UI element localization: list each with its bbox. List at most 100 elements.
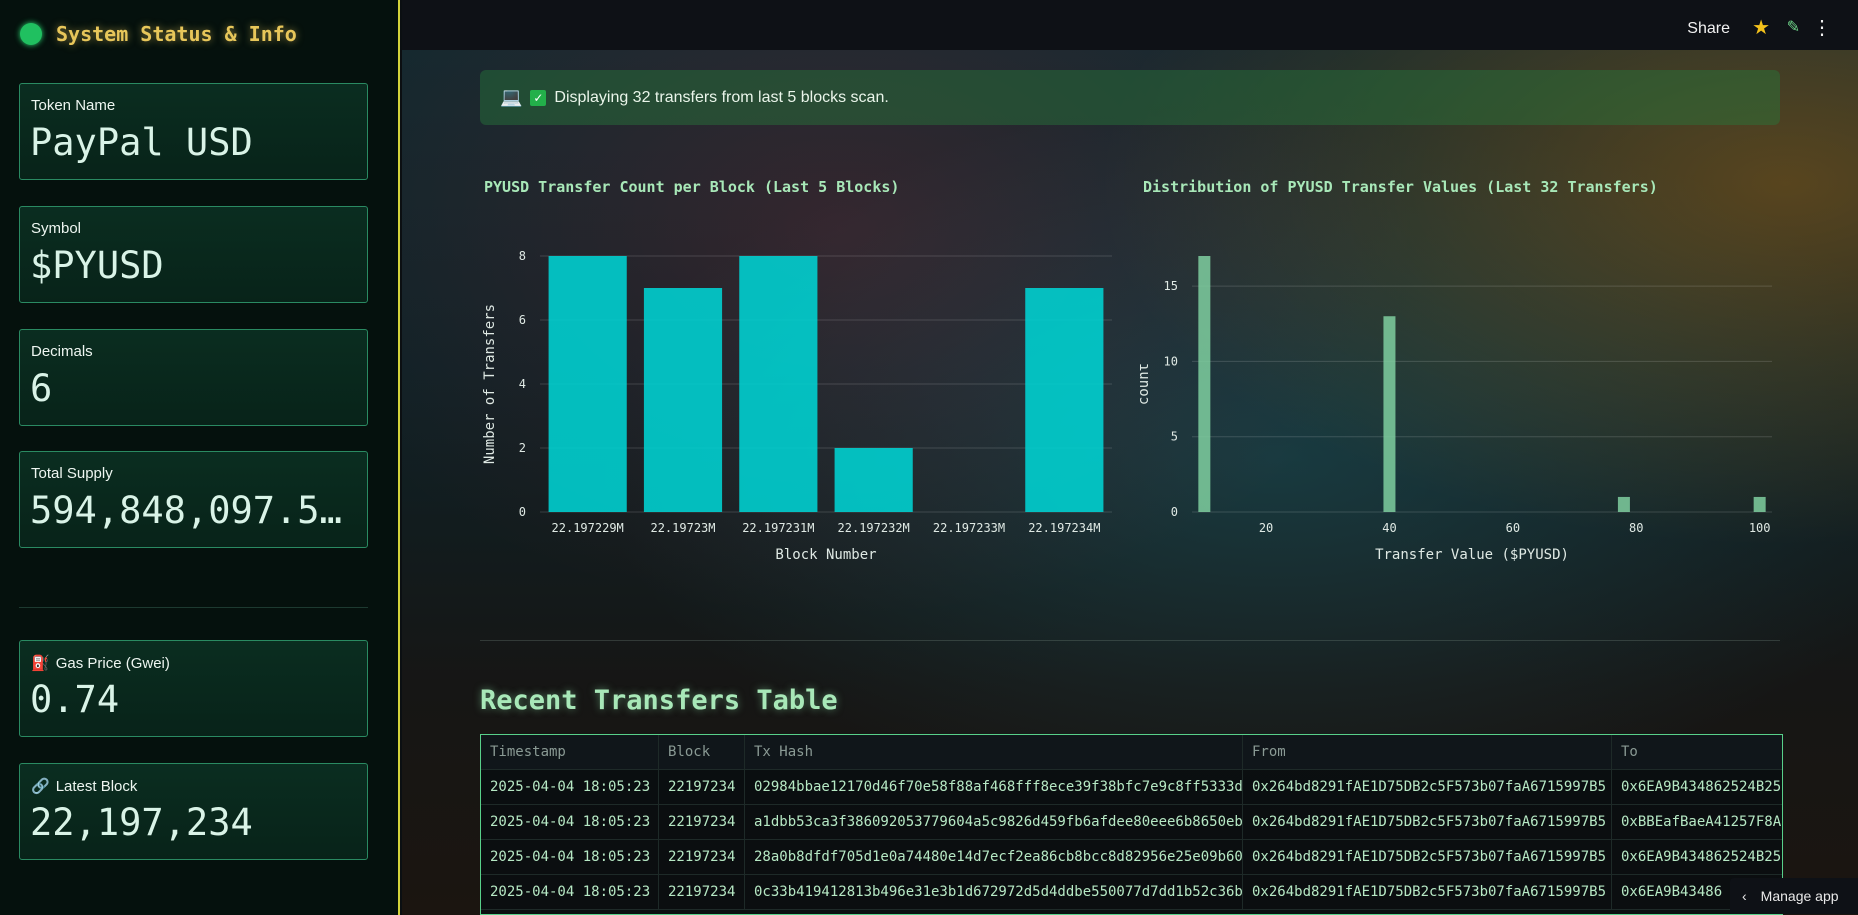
cell-timestamp: 2025-04-04 18:05:23: [481, 840, 659, 875]
y-tick-label: 4: [519, 377, 526, 391]
transfer-value-histogram: 0 5 10 15 20 40 60 80 100 Transfer Value ($PYUSD)…: [1140, 256, 1772, 563]
cell-timestamp: 2025-04-04 18:05:23: [481, 770, 659, 805]
bar: [739, 256, 818, 512]
sidebar: System Status & Info Token Name PayPal U…: [0, 0, 400, 915]
metric-value: $PYUSD: [30, 244, 164, 287]
metric-value: 0.74: [30, 678, 120, 721]
chart2-title: Distribution of PYUSD Transfer Values (L…: [1143, 178, 1658, 196]
y-tick-label: 8: [519, 249, 526, 263]
column-header[interactable]: Block: [659, 735, 745, 770]
more-menu-icon[interactable]: ⋮: [1812, 15, 1832, 40]
column-header[interactable]: To: [1612, 735, 1782, 770]
success-banner: 💻 ✓ Displaying 32 transfers from last 5 …: [480, 70, 1780, 125]
cell-tx-hash: a1dbb53ca3f386092053779604a5c9826d459fb6…: [745, 805, 1243, 840]
bar: [1025, 288, 1104, 512]
manage-app-label: Manage app: [1760, 888, 1839, 904]
histogram-bar: [1383, 316, 1396, 512]
table-row[interactable]: 2025-04-04 18:05:23 22197234 0c33b419412…: [481, 875, 1782, 910]
banner-text: Displaying 32 transfers from last 5 bloc…: [554, 88, 889, 106]
column-header[interactable]: Timestamp: [481, 735, 659, 770]
bar: [548, 256, 627, 512]
cell-block: 22197234: [659, 805, 745, 840]
y-tick-label: 15: [1164, 279, 1178, 293]
sidebar-title-text: System Status & Info: [56, 22, 297, 46]
x-tick-label: 22.197233M: [933, 521, 1005, 535]
metric-value: 6: [30, 367, 53, 410]
check-icon: ✓: [530, 89, 547, 106]
cell-tx-hash: 0c33b419412813b496e31e3b1d672972d5d4ddbe…: [745, 875, 1243, 910]
metric-label: Token Name: [31, 97, 116, 114]
x-tick-label: 22.197229M: [552, 521, 624, 535]
metric-value: 22,197,234: [30, 801, 253, 844]
edit-icon[interactable]: ✎: [1787, 17, 1800, 37]
top-toolbar: Share ★ ✎ ⋮: [402, 0, 1858, 50]
x-tick-label: 20: [1259, 521, 1273, 535]
transfer-count-chart: 0 2 4 6 8 22.197229M 22.19723M 22.197231M 22.197…: [482, 249, 1112, 563]
metric-token-name: Token Name PayPal USD: [19, 83, 368, 180]
cell-timestamp: 2025-04-04 18:05:23: [481, 875, 659, 910]
cell-to: 0x6EA9B434862524B25: [1621, 779, 1782, 795]
cell-from: 0x264bd8291fAE1D75DB2c5F573b07faA6715997…: [1243, 805, 1612, 840]
y-tick-label: 0: [519, 505, 526, 519]
status-dot-icon: [20, 23, 42, 45]
y-tick-label: 0: [1171, 505, 1178, 519]
section-divider: [480, 640, 1780, 641]
link-icon: 🔗: [31, 778, 50, 795]
cell-from: 0x264bd8291fAE1D75DB2c5F573b07faA6715997…: [1243, 840, 1612, 875]
chevron-left-icon: ‹: [1742, 888, 1747, 904]
bar: [834, 448, 913, 512]
column-header[interactable]: Tx Hash: [745, 735, 1243, 770]
x-tick-label: 100: [1749, 521, 1771, 535]
metric-decimals: Decimals 6: [19, 329, 368, 426]
column-header[interactable]: From: [1243, 735, 1612, 770]
histogram-bar: [1198, 256, 1211, 512]
share-button[interactable]: Share: [1687, 20, 1730, 38]
table-row[interactable]: 2025-04-04 18:05:23 22197234 a1dbb53ca3f…: [481, 805, 1782, 840]
x-tick-label: 22.19723M: [650, 521, 715, 535]
cell-from: 0x264bd8291fAE1D75DB2c5F573b07faA6715997…: [1243, 770, 1612, 805]
y-tick-label: 5: [1171, 430, 1178, 444]
sidebar-title: System Status & Info: [20, 22, 297, 46]
metric-latest-block: 🔗 Latest Block 22,197,234: [19, 763, 368, 860]
cell-tx-hash: 28a0b8dfdf705d1e0a74480e14d7ecf2ea86cb8b…: [745, 840, 1243, 875]
laptop-icon: 💻: [500, 87, 523, 107]
star-icon[interactable]: ★: [1752, 15, 1770, 40]
x-tick-label: 80: [1629, 521, 1643, 535]
metric-value: PayPal USD: [30, 121, 253, 164]
y-tick-label: 2: [519, 441, 526, 455]
metric-label: Symbol: [31, 220, 82, 237]
y-tick-label: 6: [519, 313, 526, 327]
x-axis-label: Transfer Value ($PYUSD): [1375, 547, 1569, 563]
y-axis-label: Number of Transfers: [482, 304, 498, 464]
cell-block: 22197234: [659, 840, 745, 875]
histogram-bar: [1617, 496, 1630, 512]
cell-timestamp: 2025-04-04 18:05:23: [481, 805, 659, 840]
cell-tx-hash: 02984bbae12170d46f70e58f88af468fff8ece39…: [745, 770, 1243, 805]
metric-symbol: Symbol $PYUSD: [19, 206, 368, 303]
sidebar-divider: [19, 607, 368, 608]
cell-to: 0x6EA9B434862524B25: [1621, 849, 1782, 865]
metric-total-supply: Total Supply 594,848,097.5…: [19, 451, 368, 548]
manage-app-button[interactable]: ‹ Manage app: [1730, 878, 1858, 914]
metric-label: Decimals: [31, 343, 93, 360]
histogram-bar: [1753, 496, 1766, 512]
x-tick-label: 40: [1382, 521, 1396, 535]
table-title: Recent Transfers Table: [480, 685, 838, 716]
cell-block: 22197234: [659, 875, 745, 910]
metric-label: Latest Block: [55, 777, 138, 795]
fuel-pump-icon: ⛽: [31, 655, 50, 672]
cell-block: 22197234: [659, 770, 745, 805]
table-row[interactable]: 2025-04-04 18:05:23 22197234 02984bbae12…: [481, 770, 1782, 805]
metric-label: Gas Price (Gwei): [55, 654, 170, 672]
chart1-title: PYUSD Transfer Count per Block (Last 5 B…: [484, 178, 900, 196]
x-tick-label: 22.197232M: [838, 521, 910, 535]
cell-to: 0xBBEafBaeA41257F8A: [1621, 814, 1782, 830]
x-axis-label: Block Number: [775, 547, 876, 563]
metric-label: Total Supply: [31, 465, 113, 482]
transfers-table[interactable]: Timestamp Block Tx Hash From To 2025-04-…: [480, 734, 1783, 915]
table-row[interactable]: 2025-04-04 18:05:23 22197234 28a0b8dfdf7…: [481, 840, 1782, 875]
cell-from: 0x264bd8291fAE1D75DB2c5F573b07faA6715997…: [1243, 875, 1612, 910]
bar: [643, 288, 723, 512]
metric-value: 594,848,097.5…: [30, 489, 342, 532]
x-tick-label: 22.197231M: [742, 521, 814, 535]
